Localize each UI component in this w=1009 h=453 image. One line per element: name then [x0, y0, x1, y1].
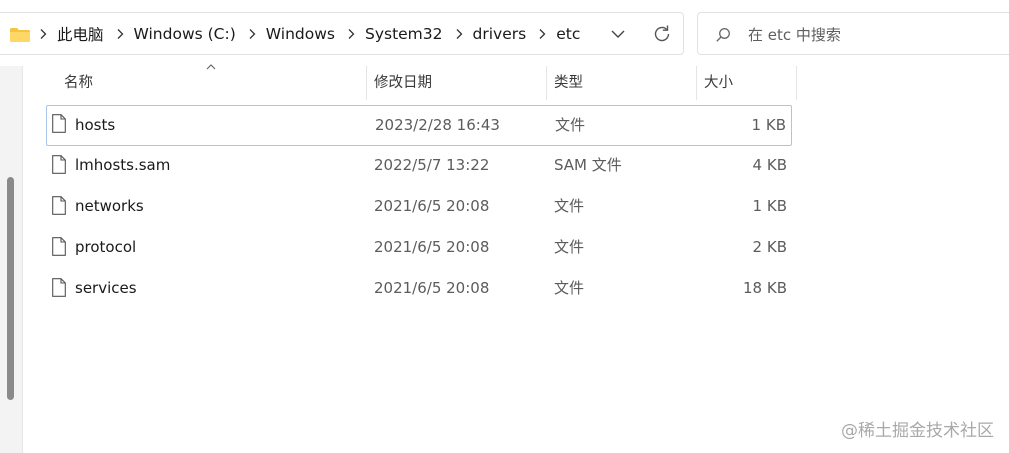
file-size: 4 KB: [752, 156, 787, 174]
column-header-name[interactable]: 名称: [64, 66, 93, 100]
file-size: 18 KB: [743, 279, 787, 297]
chevron-right-icon[interactable]: [115, 28, 125, 40]
folder-icon: [10, 28, 30, 42]
file-modified-date: 2021/6/5 20:08: [374, 238, 490, 256]
breadcrumb-item-drivers[interactable]: drivers: [473, 25, 527, 43]
file-list: hosts 2023/2/28 16:43 文件 1 KB lmhosts.sa…: [46, 105, 792, 310]
file-type: 文件: [554, 238, 585, 256]
chevron-right-icon[interactable]: [454, 28, 464, 40]
column-header-date[interactable]: 修改日期: [374, 66, 432, 100]
file-name: protocol: [75, 238, 137, 256]
breadcrumb-item-drive-c[interactable]: Windows (C:): [134, 25, 236, 43]
column-divider[interactable]: [546, 66, 547, 100]
file-size: 2 KB: [752, 238, 787, 256]
sort-up-icon: [206, 64, 216, 70]
file-row-lmhosts-sam[interactable]: lmhosts.sam 2022/5/7 13:22 SAM 文件 4 KB: [46, 146, 792, 187]
refresh-icon[interactable]: [651, 23, 673, 45]
file-modified-date: 2022/5/7 13:22: [374, 156, 490, 174]
file-name: lmhosts.sam: [75, 156, 171, 174]
watermark: @稀土掘金技术社区: [841, 421, 994, 441]
file-modified-date: 2021/6/5 20:08: [374, 279, 490, 297]
file-type: SAM 文件: [554, 156, 622, 174]
search-icon: [716, 28, 730, 42]
column-divider[interactable]: [796, 66, 797, 100]
file-modified-date: 2021/6/5 20:08: [374, 197, 490, 215]
file-icon: [52, 278, 66, 297]
file-icon: [52, 237, 66, 256]
column-divider[interactable]: [696, 66, 697, 100]
file-row-hosts[interactable]: hosts 2023/2/28 16:43 文件 1 KB: [46, 105, 792, 146]
chevron-right-icon[interactable]: [38, 28, 48, 40]
file-type: 文件: [554, 197, 585, 215]
file-modified-date: 2023/2/28 16:43: [375, 116, 500, 134]
scrollbar-thumb[interactable]: [7, 177, 14, 400]
breadcrumb-item-etc[interactable]: etc: [556, 25, 580, 43]
file-size: 1 KB: [751, 116, 786, 134]
column-headers: 名称 修改日期 类型 大小: [46, 64, 797, 100]
column-header-type[interactable]: 类型: [554, 66, 583, 100]
search-input[interactable]: 在 etc 中搜索: [748, 24, 841, 45]
column-header-size[interactable]: 大小: [704, 66, 733, 100]
chevron-right-icon[interactable]: [247, 28, 257, 40]
chevron-down-icon[interactable]: [607, 26, 629, 42]
breadcrumb-item-this-pc[interactable]: 此电脑: [57, 23, 104, 45]
file-type: 文件: [555, 116, 586, 134]
file-name: hosts: [75, 116, 116, 134]
chevron-right-icon[interactable]: [346, 28, 356, 40]
column-divider[interactable]: [366, 66, 367, 100]
file-row-networks[interactable]: networks 2021/6/5 20:08 文件 1 KB: [46, 187, 792, 228]
chevron-right-icon[interactable]: [537, 28, 547, 40]
search-box[interactable]: 在 etc 中搜索: [697, 12, 1009, 55]
breadcrumb-item-system32[interactable]: System32: [365, 25, 443, 43]
file-name: networks: [75, 197, 144, 215]
file-name: services: [75, 279, 137, 297]
file-type: 文件: [554, 279, 585, 297]
breadcrumb-item-windows[interactable]: Windows: [266, 25, 335, 43]
file-explorer-window: 此电脑 Windows (C:) Windows System32 driver…: [0, 0, 1009, 453]
breadcrumb: 此电脑 Windows (C:) Windows System32 driver…: [36, 13, 580, 54]
file-icon: [52, 196, 66, 215]
file-icon: [52, 114, 66, 133]
file-row-protocol[interactable]: protocol 2021/6/5 20:08 文件 2 KB: [46, 228, 792, 269]
file-row-services[interactable]: services 2021/6/5 20:08 文件 18 KB: [46, 269, 792, 310]
file-icon: [52, 155, 66, 174]
address-bar[interactable]: 此电脑 Windows (C:) Windows System32 driver…: [0, 12, 684, 55]
file-size: 1 KB: [752, 197, 787, 215]
